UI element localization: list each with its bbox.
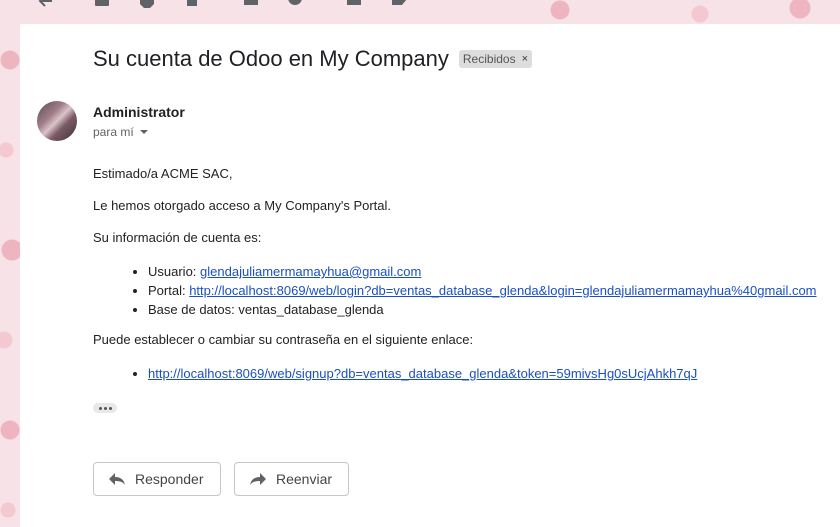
signup-list: http://localhost:8069/web/signup?db=vent… [93,364,697,383]
dot-icon [108,406,112,410]
forward-label: Reenviar [276,471,333,487]
recipient-row[interactable]: para mí [93,125,148,139]
more-vert-icon[interactable] [431,0,439,8]
archive-icon[interactable] [94,0,110,8]
portal-link[interactable]: http://localhost:8069/web/login?db=venta… [189,283,816,298]
email-view: Su cuenta de Odoo en My Company Recibido… [20,24,840,527]
list-item-user: Usuario: glendajuliamermamayhua@gmail.co… [148,262,817,281]
subject-row: Su cuenta de Odoo en My Company Recibido… [93,46,533,72]
delete-icon[interactable] [184,0,200,8]
intro-text: Le hemos otorgado acceso a My Company's … [93,198,392,213]
details-caret-icon[interactable] [139,130,148,134]
report-spam-icon[interactable] [139,0,155,8]
remove-label-icon[interactable]: × [522,53,528,65]
signup-link[interactable]: http://localhost:8069/web/signup?db=vent… [148,366,697,381]
label-chip-inbox: Recibidos × [458,50,533,68]
label-chip-text: Recibidos [462,52,516,66]
sender-name[interactable]: Administrator [93,104,185,120]
account-heading: Su información de cuenta es: [93,230,262,245]
recipient-label: para mí [93,125,134,139]
user-email-link[interactable]: glendajuliamermamayhua@gmail.com [200,264,421,279]
move-to-icon[interactable] [346,0,362,8]
show-trimmed-content-button[interactable] [93,403,117,413]
portal-label: Portal: [148,283,190,298]
greeting: Estimado/a ACME SAC, [93,166,233,181]
back-arrow-icon[interactable] [38,0,54,8]
reply-button[interactable]: Responder [93,462,221,496]
list-item-portal: Portal: http://localhost:8069/web/login?… [148,281,817,300]
forward-icon [250,473,266,485]
sender-avatar[interactable] [37,101,77,141]
user-label: Usuario: [148,264,201,279]
database-label: Base de datos: ventas_database_glenda [148,302,384,317]
reply-icon [109,473,125,485]
list-item-signup: http://localhost:8069/web/signup?db=vent… [148,364,697,383]
email-subject: Su cuenta de Odoo en My Company [93,46,449,71]
password-heading: Puede establecer o cambiar su contraseña… [93,332,474,347]
toolbar [0,0,840,22]
reply-label: Responder [135,471,204,487]
mark-unread-icon[interactable] [243,0,259,8]
list-item-database: Base de datos: ventas_database_glenda [148,300,817,319]
dot-icon [98,406,102,410]
snooze-icon[interactable] [287,0,303,8]
label-icon[interactable] [391,0,407,8]
forward-button[interactable]: Reenviar [234,462,349,496]
dot-icon [103,406,107,410]
account-info-list: Usuario: glendajuliamermamayhua@gmail.co… [93,262,817,319]
